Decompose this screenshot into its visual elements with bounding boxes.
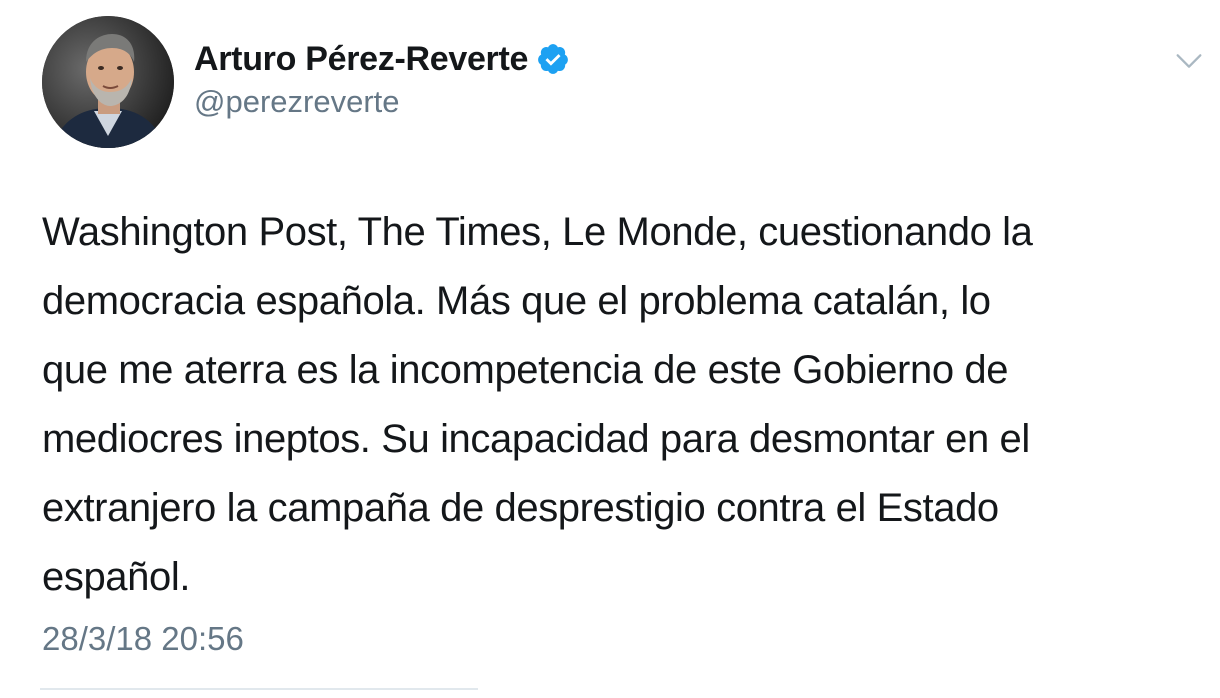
tweet-timestamp[interactable]: 28/3/18 20:56 (42, 620, 244, 658)
divider (40, 688, 478, 690)
tweet-text-line: español. (42, 555, 191, 599)
tweet-text-line: que me aterra es la incompetencia de est… (42, 348, 1009, 392)
verified-badge-icon (536, 42, 570, 76)
author-block: Arturo Pérez-Reverte @perezreverte (194, 36, 570, 120)
tweet-text-line: extranjero la campaña de desprestigio co… (42, 486, 999, 530)
chevron-down-icon[interactable] (1172, 44, 1206, 78)
avatar-photo-icon (42, 16, 174, 148)
author-display-name[interactable]: Arturo Pérez-Reverte (194, 40, 528, 79)
tweet-card: Arturo Pérez-Reverte @perezreverte Washi… (0, 0, 1220, 698)
author-avatar[interactable] (42, 16, 174, 148)
tweet-text-line: Washington Post, The Times, Le Monde, cu… (42, 210, 1033, 254)
tweet-text-line: democracia española. Más que el problema… (42, 279, 991, 323)
author-name-row: Arturo Pérez-Reverte (194, 36, 570, 82)
tweet-text-line: mediocres ineptos. Su incapacidad para d… (42, 417, 1030, 461)
tweet-text: Washington Post, The Times, Le Monde, cu… (42, 198, 1202, 612)
author-handle[interactable]: @perezreverte (194, 84, 570, 120)
